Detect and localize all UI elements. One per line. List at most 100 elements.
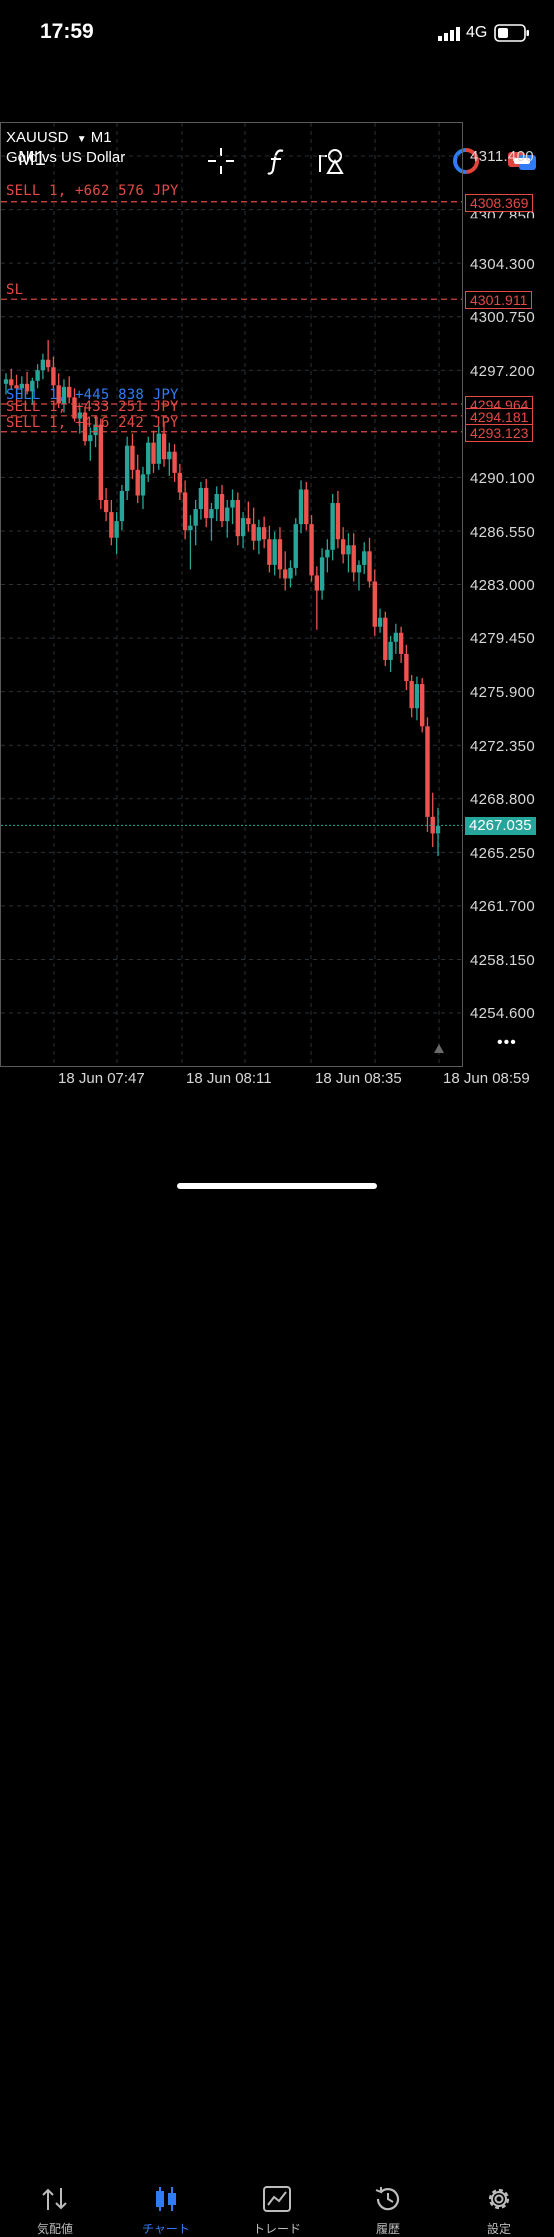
bid-price-box: 4267.035 <box>465 817 536 835</box>
price-axis-label: 4290.100 <box>470 470 535 487</box>
candle-body <box>161 433 167 460</box>
order-label[interactable]: SELL 1, +433 251 JPY <box>6 399 179 415</box>
tab-label: トレード <box>252 2222 301 2236</box>
signal-strength-icon <box>438 27 462 41</box>
candle-body <box>103 500 109 513</box>
candle-body <box>251 524 256 541</box>
candle-body <box>362 551 367 565</box>
price-axis-label: 4304.300 <box>470 256 535 273</box>
tab-trade[interactable]: トレード <box>222 2182 332 2237</box>
price-axis-label: 4254.600 <box>470 1005 535 1022</box>
battery-icon <box>494 24 530 42</box>
candle-body <box>45 359 51 368</box>
price-axis-label: 4268.800 <box>470 791 535 808</box>
candle-body <box>182 492 188 531</box>
tab-label: チャート <box>142 2222 190 2236</box>
tab-chart[interactable]: チャート <box>111 2182 221 2237</box>
chart-frame <box>0 122 463 1067</box>
price-axis-label: 4272.350 <box>470 738 535 755</box>
history-clock-icon <box>333 2182 443 2216</box>
symbol-timeframe: M1 <box>90 129 112 146</box>
price-axis-label: 4265.250 <box>470 845 535 862</box>
candle-body <box>283 569 288 579</box>
candle-body <box>267 539 272 565</box>
candle-body <box>35 370 40 381</box>
candle-body <box>9 379 14 386</box>
candle-body <box>340 539 346 555</box>
candle-body <box>346 545 351 555</box>
candle-body <box>3 379 9 384</box>
shift-marker-icon <box>434 1044 444 1053</box>
chevron-down-icon[interactable]: ▼ <box>77 134 87 145</box>
candle-body <box>225 507 230 522</box>
candle-body <box>109 512 114 538</box>
candle-body <box>356 564 362 573</box>
candle-body <box>304 489 309 525</box>
price-axis-label: 4297.200 <box>470 363 535 380</box>
candle-body <box>151 442 156 464</box>
candle-body <box>293 524 298 568</box>
candlestick-icon <box>111 2182 221 2216</box>
candle-body <box>240 518 246 537</box>
tab-label: 履歴 <box>375 2222 400 2236</box>
candle-body <box>272 539 277 565</box>
order-label[interactable]: SELL 1, +662 576 JPY <box>6 183 179 199</box>
symbol-name: XAUUSD <box>6 129 69 146</box>
chart-toolbar: M1 <box>0 66 554 175</box>
time-axis-label: 18 Jun 08:59 <box>443 1070 530 1087</box>
symbol-description: Gold vs US Dollar <box>6 149 126 166</box>
symbol-header: XAUUSD ▼ M1 Gold vs US Dollar <box>6 129 125 166</box>
candle-body <box>388 641 393 660</box>
price-axis-label: 4279.450 <box>470 630 535 647</box>
candle-body <box>51 367 56 386</box>
candle-body <box>383 617 388 660</box>
candle-body <box>335 503 341 540</box>
candle-body <box>414 684 420 709</box>
candle-body <box>230 500 235 508</box>
candle-body <box>372 581 377 627</box>
candle-body <box>314 575 320 591</box>
candle-body <box>398 632 404 654</box>
candle-body <box>393 632 399 642</box>
candle-body <box>309 524 314 576</box>
settings-gear-icon <box>444 2182 554 2216</box>
candle-body <box>172 451 177 473</box>
candle-body <box>193 509 198 526</box>
order-label[interactable]: SELL 1, +416 242 JPY <box>6 415 179 431</box>
candle-body <box>98 424 104 501</box>
candle-body <box>351 545 356 573</box>
candle-body <box>288 567 293 579</box>
price-axis-label: 4261.700 <box>470 898 535 915</box>
tab-history[interactable]: 履歴 <box>333 2182 443 2237</box>
price-axis-label: 4300.750 <box>470 309 535 326</box>
candle-body <box>119 490 125 522</box>
candle-body <box>319 557 325 591</box>
more-options-icon[interactable]: ••• <box>497 1034 517 1052</box>
stop-loss-label[interactable]: SL <box>6 282 23 298</box>
candle-body <box>435 825 441 834</box>
tab-settings[interactable]: 設定 <box>444 2182 554 2237</box>
candle-body <box>256 527 262 541</box>
candle-body <box>235 500 241 537</box>
candle-body <box>156 433 161 464</box>
tab-quotes[interactable]: 気配値 <box>0 2182 110 2237</box>
candle-body <box>409 681 414 709</box>
price-axis-label: 4286.550 <box>470 524 535 541</box>
stop-loss-price-box: 4301.911 <box>465 291 533 309</box>
candle-body <box>146 442 151 475</box>
candle-body <box>330 503 335 550</box>
candle-body <box>419 684 425 727</box>
time-axis-label: 18 Jun 08:35 <box>315 1070 402 1087</box>
candle-body <box>277 539 283 570</box>
candle-body <box>203 487 209 519</box>
candle-body <box>188 525 193 531</box>
candle-body <box>167 451 172 460</box>
candle-body <box>88 435 93 442</box>
trade-chart-icon <box>222 2182 332 2216</box>
quotes-arrows-icon <box>0 2182 110 2216</box>
network-type: 4G <box>466 24 488 41</box>
order-price-box: 4293.123 <box>465 424 534 442</box>
candle-body <box>219 493 225 522</box>
candle-body <box>367 551 372 582</box>
tab-label: 気配値 <box>36 2222 73 2236</box>
